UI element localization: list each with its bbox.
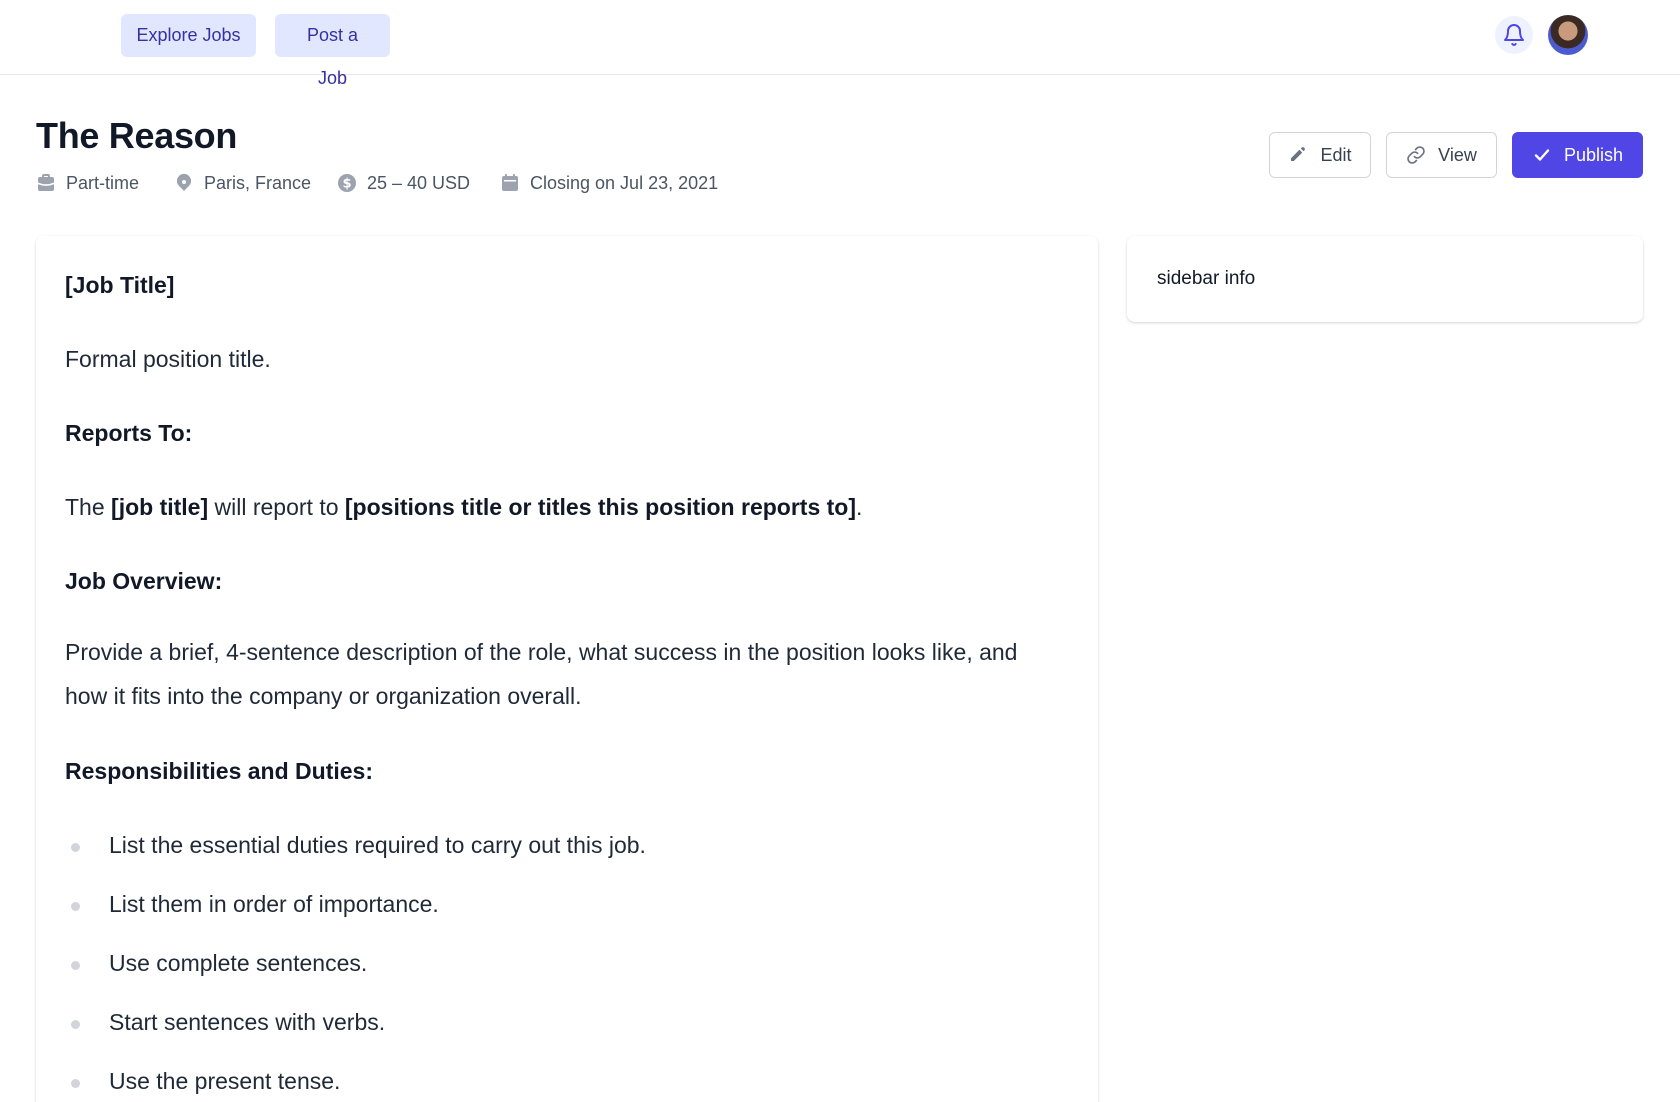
meta-job-type: Part-time — [36, 170, 139, 196]
closing-date-text: Closing on Jul 23, 2021 — [530, 172, 719, 193]
currency-dollar-icon: $ — [338, 174, 356, 192]
meta-closing-date: Closing on Jul 23, 2021 — [500, 170, 718, 196]
paragraph-job-overview: Provide a brief, 4-sentence description … — [65, 639, 1018, 709]
list-bullet — [71, 902, 80, 911]
link-icon — [1407, 146, 1425, 164]
list-item: Start sentences with verbs. — [109, 1009, 386, 1035]
reports-end: . — [856, 494, 863, 520]
page-title: The Reason — [36, 115, 238, 156]
reports-job-title: [job title] — [111, 494, 209, 520]
heading-responsibilities: Responsibilities and Duties: — [65, 758, 373, 784]
sidebar-info-text: sidebar info — [1157, 268, 1256, 289]
top-navbar: Explore Jobs Post a Job — [0, 0, 1680, 88]
publish-button[interactable]: Publish — [1512, 132, 1643, 178]
list-bullet — [71, 1079, 80, 1088]
edit-label: Edit — [1320, 144, 1352, 165]
view-label: View — [1438, 144, 1477, 165]
salary-text: 25 – 40 USD — [367, 172, 471, 193]
pencil-icon — [1291, 147, 1306, 161]
explore-jobs-button[interactable]: Explore Jobs — [121, 14, 256, 57]
meta-salary: $ 25 – 40 USD — [337, 170, 470, 196]
edit-button[interactable]: Edit — [1269, 132, 1371, 178]
user-avatar[interactable] — [1548, 15, 1588, 55]
heading-job-title: [Job Title] — [65, 272, 175, 298]
view-button[interactable]: View — [1386, 132, 1497, 178]
list-item: List them in order of importance. — [109, 891, 439, 917]
notifications-button[interactable] — [1495, 16, 1533, 54]
location-pin-icon — [176, 173, 192, 191]
svg-text:$: $ — [342, 177, 351, 192]
publish-label: Publish — [1563, 144, 1624, 165]
paragraph-reports-to: The [job title] will report to [position… — [65, 494, 862, 521]
heading-reports-to: Reports To: — [65, 420, 193, 446]
post-job-button[interactable]: Post a Job — [275, 14, 390, 88]
list-item: Use the present tense. — [109, 1068, 341, 1094]
reports-positions: [positions title or titles this position… — [344, 494, 857, 520]
check-icon — [1534, 149, 1550, 161]
heading-job-overview: Job Overview: — [65, 568, 223, 594]
list-bullet — [71, 961, 80, 970]
briefcase-icon — [38, 174, 54, 191]
bell-icon — [1504, 24, 1524, 46]
meta-location: Paris, France — [174, 170, 311, 196]
list-bullet — [71, 843, 80, 852]
list-item: List the essential duties required to ca… — [109, 832, 646, 858]
job-description-card: [Job Title] Formal position title. Repor… — [36, 236, 1098, 1102]
paragraph-job-title: Formal position title. — [65, 346, 271, 372]
location-text: Paris, France — [204, 172, 312, 193]
reports-middle: will report to — [208, 494, 345, 520]
sidebar-panel: sidebar info — [1127, 236, 1643, 322]
job-type-text: Part-time — [66, 172, 140, 193]
list-item: Use complete sentences. — [109, 950, 368, 976]
reports-prefix: The — [65, 494, 112, 520]
calendar-icon — [502, 174, 518, 191]
list-bullet — [71, 1020, 80, 1029]
